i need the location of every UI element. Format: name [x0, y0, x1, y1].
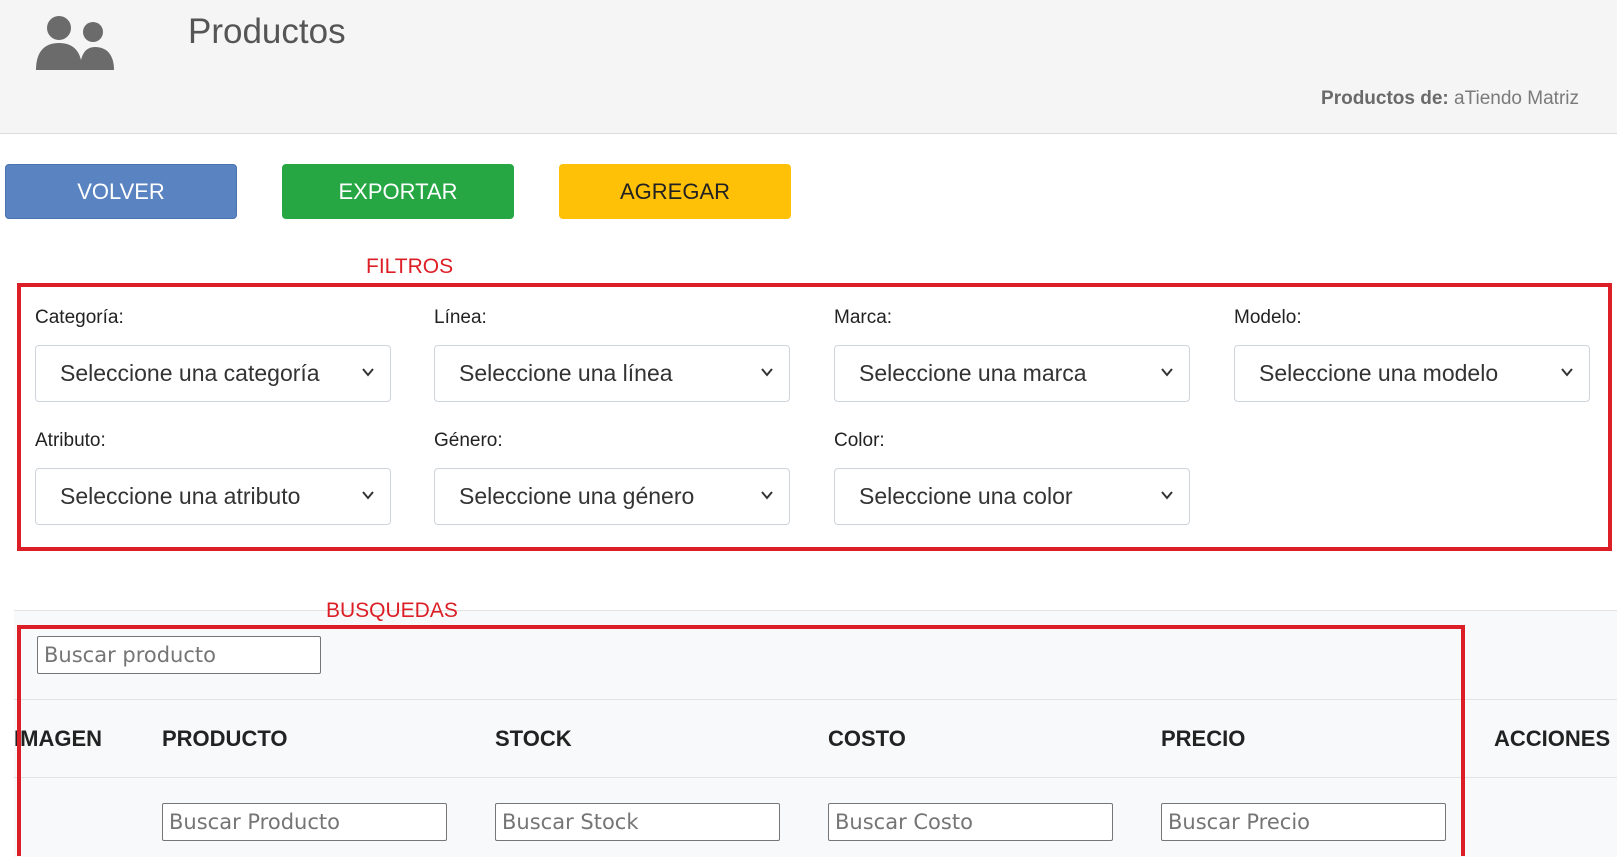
busquedas-highlight-box — [17, 625, 1465, 856]
select-genero-value: Seleccione una género — [459, 483, 695, 509]
filter-label-color: Color: — [834, 430, 885, 451]
chevron-down-icon — [761, 491, 773, 500]
chevron-down-icon — [1161, 368, 1173, 377]
column-header-acciones: ACCIONES — [1494, 726, 1611, 751]
filter-label-modelo: Modelo: — [1234, 307, 1302, 328]
select-categoria[interactable]: Seleccione una categoría — [35, 345, 391, 402]
busquedas-annotation: BUSQUEDAS — [326, 599, 458, 622]
filter-label-atributo: Atributo: — [35, 430, 106, 451]
chevron-down-icon — [362, 368, 374, 377]
select-linea-value: Seleccione una línea — [459, 360, 673, 386]
filtros-annotation: FILTROS — [366, 255, 454, 278]
filter-label-linea: Línea: — [434, 307, 487, 328]
select-modelo-value: Seleccione una modelo — [1259, 360, 1499, 386]
chevron-down-icon — [1561, 368, 1573, 377]
owner-label: Productos de: — [1321, 88, 1449, 109]
select-atributo[interactable]: Seleccione una atributo — [35, 468, 391, 525]
select-categoria-value: Seleccione una categoría — [60, 360, 320, 386]
exportar-button[interactable]: EXPORTAR — [282, 164, 514, 219]
select-genero[interactable]: Seleccione una género — [434, 468, 790, 525]
chevron-down-icon — [761, 368, 773, 377]
select-modelo[interactable]: Seleccione una modelo — [1234, 345, 1590, 402]
filter-label-marca: Marca: — [834, 307, 893, 328]
select-marca-value: Seleccione una marca — [859, 360, 1087, 386]
agregar-button[interactable]: AGREGAR — [559, 164, 791, 219]
select-atributo-value: Seleccione una atributo — [60, 483, 301, 509]
filter-label-categoria: Categoría: — [35, 307, 124, 328]
owner-info: Productos de: aTiendo Matriz — [1321, 88, 1579, 110]
page-header: Productos Productos de: aTiendo Matriz — [0, 0, 1617, 134]
select-linea[interactable]: Seleccione una línea — [434, 345, 790, 402]
select-color[interactable]: Seleccione una color — [834, 468, 1190, 525]
owner-value: aTiendo Matriz — [1454, 88, 1579, 109]
select-marca[interactable]: Seleccione una marca — [834, 345, 1190, 402]
volver-button[interactable]: VOLVER — [5, 164, 237, 219]
page-title: Productos — [188, 12, 346, 51]
chevron-down-icon — [1161, 491, 1173, 500]
filter-label-genero: Género: — [434, 430, 503, 451]
chevron-down-icon — [362, 491, 374, 500]
users-icon — [36, 16, 114, 70]
select-color-value: Seleccione una color — [859, 483, 1073, 509]
